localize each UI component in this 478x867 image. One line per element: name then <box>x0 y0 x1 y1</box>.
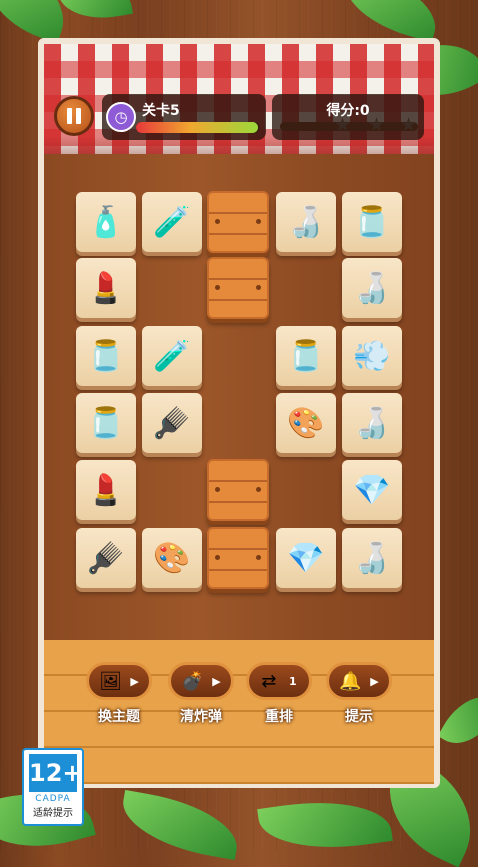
tile-compact-powder-icon[interactable]: 🎨 <box>276 393 336 453</box>
level-progress-bar <box>136 122 260 133</box>
hair-brush-icon: 🪮 <box>87 540 125 576</box>
tool-button-shuffle[interactable]: ⇄ 1 <box>246 662 312 700</box>
level-label: 关卡5 <box>142 103 180 119</box>
lipstick-icon: 💄 <box>87 270 125 306</box>
tile-foundation-bottle-icon[interactable]: 🍶 <box>342 528 402 588</box>
age-rating-number: 12+ <box>29 754 83 792</box>
pause-icon <box>67 108 72 124</box>
pause-button[interactable] <box>54 96 94 136</box>
video-ad-icon: ▶ <box>130 674 139 688</box>
serum-dropper-icon: 🧪 <box>153 338 191 374</box>
cologne-bottle-icon: 💎 <box>353 472 391 508</box>
tile-foundation-bottle-icon[interactable]: 🍶 <box>342 393 402 453</box>
clock-icon: ◷ <box>106 102 136 132</box>
cream-jar-icon: 🫙 <box>87 405 125 441</box>
tile-compact-powder-icon[interactable]: 🎨 <box>142 528 202 588</box>
tool-label: 重排 <box>265 709 293 725</box>
tool-label: 提示 <box>345 709 373 725</box>
tile-foundation-bottle-icon[interactable]: 🍶 <box>342 258 402 318</box>
hair-dryer-icon: 💨 <box>353 338 391 374</box>
cologne-bottle-icon: 💎 <box>287 540 325 576</box>
serum-dropper-icon: 🧪 <box>153 204 191 240</box>
tool-label: 清炸弹 <box>180 709 222 725</box>
wooden-plank-block <box>207 191 269 253</box>
tool-button-bomb[interactable]: 💣 ▶ <box>168 662 234 700</box>
wooden-plank-block <box>207 527 269 589</box>
level-panel: ◷ 关卡5 <box>102 94 266 140</box>
age-rating-badge[interactable]: 12+ CADPA 适龄提示 <box>22 748 84 826</box>
foundation-bottle-icon: 🍶 <box>353 270 391 306</box>
star-icon: ★ <box>400 114 418 136</box>
tool-button-picture[interactable]: 🖼 ▶ <box>86 662 152 700</box>
tile-cream-jar-icon[interactable]: 🫙 <box>342 192 402 252</box>
bomb-icon: 💣 <box>181 670 204 692</box>
tile-cologne-bottle-icon[interactable]: 💎 <box>342 460 402 520</box>
tile-serum-dropper-icon[interactable]: 🧪 <box>142 326 202 386</box>
wooden-plank-block <box>207 257 269 319</box>
tile-cream-jar-icon[interactable]: 🫙 <box>76 326 136 386</box>
tile-cologne-bottle-icon[interactable]: 💎 <box>276 528 336 588</box>
star-icon: ★ <box>368 114 386 136</box>
bell-icon: 🔔 <box>339 670 362 692</box>
age-rating-tip: 适龄提示 <box>33 808 73 819</box>
tile-hair-dryer-icon[interactable]: 💨 <box>342 326 402 386</box>
age-rating-org: CADPA <box>35 794 71 804</box>
video-ad-icon: ▶ <box>370 674 379 688</box>
tile-cream-jar-icon[interactable]: 🫙 <box>276 326 336 386</box>
compact-powder-icon: 🎨 <box>287 405 325 441</box>
picture-icon: 🖼 <box>99 670 123 692</box>
tile-hair-brush-icon[interactable]: 🪮 <box>142 393 202 453</box>
tile-serum-dropper-icon[interactable]: 🧪 <box>142 192 202 252</box>
tile-lipstick-icon[interactable]: 💄 <box>76 258 136 318</box>
tile-foundation-bottle-icon[interactable]: 🍶 <box>276 192 336 252</box>
compact-powder-icon: 🎨 <box>153 540 191 576</box>
tool-button-bell[interactable]: 🔔 ▶ <box>326 662 392 700</box>
tile-hair-brush-icon[interactable]: 🪮 <box>76 528 136 588</box>
tile-perfume-bottle-icon[interactable]: 🧴 <box>76 192 136 252</box>
score-panel: 得分:0 ★ ★ ★ <box>272 94 424 140</box>
wooden-plank-block <box>207 459 269 521</box>
foundation-bottle-icon: 🍶 <box>287 204 325 240</box>
cream-jar-icon: 🫙 <box>87 338 125 374</box>
tile-lipstick-icon[interactable]: 💄 <box>76 460 136 520</box>
cream-jar-icon: 🫙 <box>353 204 391 240</box>
foundation-bottle-icon: 🍶 <box>353 540 391 576</box>
tool-count: 1 <box>289 674 297 688</box>
shuffle-icon: ⇄ <box>261 670 277 692</box>
cream-jar-icon: 🫙 <box>287 338 325 374</box>
level-progress-fill <box>136 122 258 133</box>
tile-cream-jar-icon[interactable]: 🫙 <box>76 393 136 453</box>
tool-label: 换主题 <box>98 709 140 725</box>
foundation-bottle-icon: 🍶 <box>353 405 391 441</box>
video-ad-icon: ▶ <box>212 674 221 688</box>
star-icon: ★ <box>334 114 352 136</box>
lipstick-icon: 💄 <box>87 472 125 508</box>
perfume-bottle-icon: 🧴 <box>87 204 125 240</box>
hair-brush-icon: 🪮 <box>153 405 191 441</box>
